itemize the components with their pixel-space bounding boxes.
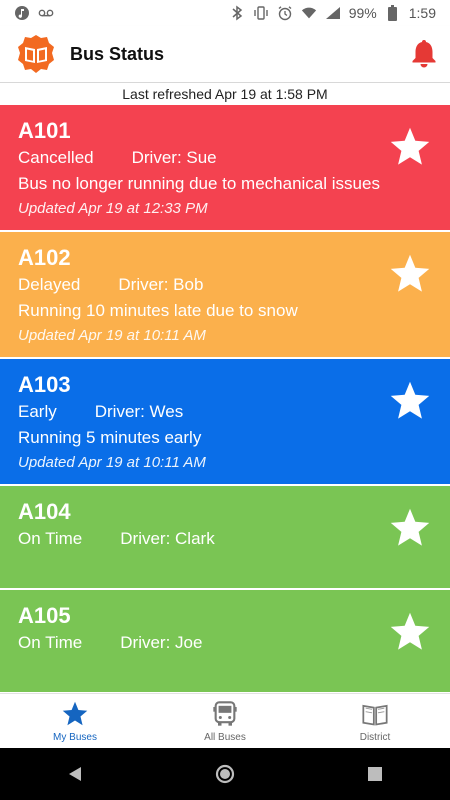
bus-updated: Updated Apr 19 at 12:33 PM xyxy=(18,200,208,217)
bus-driver: Driver: Joe xyxy=(120,633,203,652)
bus-message: Bus no longer running due to mechanical … xyxy=(18,174,380,193)
bus-card-a104[interactable]: A104 On Time Driver: Clark xyxy=(0,486,450,590)
favorite-star-icon[interactable] xyxy=(388,610,432,654)
page-title: Bus Status xyxy=(70,43,165,64)
bus-status-row: Cancelled Driver: Sue xyxy=(18,145,432,171)
notification-bell-icon[interactable] xyxy=(410,38,438,68)
app-header: Bus Status xyxy=(0,26,450,82)
bus-icon xyxy=(213,701,237,726)
bus-driver: Driver: Clark xyxy=(120,529,215,548)
bus-card-a102[interactable]: A102 Delayed Driver: Bob Running 10 minu… xyxy=(0,232,450,359)
bus-status-row: Delayed Driver: Bob xyxy=(18,272,432,298)
bus-status: Early xyxy=(18,402,57,421)
recents-icon[interactable] xyxy=(355,754,395,794)
bus-driver: Driver: Sue xyxy=(131,148,217,167)
battery-icon xyxy=(385,5,401,21)
favorite-star-icon[interactable] xyxy=(388,125,432,169)
nav-label: My Buses xyxy=(53,732,97,743)
bus-route: A104 xyxy=(18,499,71,524)
status-bar: 99% 1:59 xyxy=(0,0,450,26)
bus-status-row: On Time Driver: Joe xyxy=(18,630,432,656)
bus-list: A101 Cancelled Driver: Sue Bus no longer… xyxy=(0,105,450,694)
bus-updated: Updated Apr 19 at 10:11 AM xyxy=(18,327,206,344)
bottom-navigation: My Buses All Buses District xyxy=(0,693,450,749)
music-notification-icon xyxy=(14,5,30,21)
signal-icon xyxy=(325,5,341,21)
favorite-star-icon[interactable] xyxy=(388,506,432,550)
bus-route: A102 xyxy=(18,245,71,270)
book-icon xyxy=(362,704,388,726)
bus-card-a103[interactable]: A103 Early Driver: Wes Running 5 minutes… xyxy=(0,359,450,486)
bus-route: A105 xyxy=(18,603,71,628)
voicemail-icon xyxy=(38,5,54,21)
bus-status: On Time xyxy=(18,633,83,652)
last-refreshed-banner: Last refreshed Apr 19 at 1:58 PM xyxy=(0,82,450,106)
vibrate-icon xyxy=(253,5,269,21)
bus-status-row: Early Driver: Wes xyxy=(18,399,432,425)
bus-driver: Driver: Wes xyxy=(94,402,184,421)
status-bar-left xyxy=(0,5,54,21)
bus-updated: Updated Apr 19 at 10:11 AM xyxy=(18,454,206,471)
star-icon xyxy=(62,701,88,726)
bus-route: A101 xyxy=(18,118,71,143)
status-bar-right: 99% 1:59 xyxy=(229,5,450,21)
home-icon[interactable] xyxy=(205,754,245,794)
back-icon[interactable] xyxy=(55,754,95,794)
favorite-star-icon[interactable] xyxy=(388,252,432,296)
bus-status: Cancelled xyxy=(18,148,94,167)
bus-card-a101[interactable]: A101 Cancelled Driver: Sue Bus no longer… xyxy=(0,105,450,232)
app-logo-icon xyxy=(16,34,56,74)
bus-driver: Driver: Bob xyxy=(118,275,204,294)
bluetooth-icon xyxy=(229,5,245,21)
bus-status: On Time xyxy=(18,529,83,548)
nav-district[interactable]: District xyxy=(300,694,450,749)
system-navigation-bar xyxy=(0,748,450,800)
bus-message: Running 10 minutes late due to snow xyxy=(18,301,298,320)
nav-label: District xyxy=(359,732,391,743)
last-refreshed-text: Last refreshed Apr 19 at 1:58 PM xyxy=(122,86,328,102)
clock-time: 1:59 xyxy=(408,5,436,21)
wifi-icon xyxy=(301,5,317,21)
bus-status: Delayed xyxy=(18,275,81,294)
bus-status-row: On Time Driver: Clark xyxy=(18,526,432,552)
nav-all-buses[interactable]: All Buses xyxy=(150,694,300,749)
battery-percent: 99% xyxy=(348,5,377,21)
alarm-icon xyxy=(277,5,293,21)
favorite-star-icon[interactable] xyxy=(388,379,432,423)
bus-card-a105[interactable]: A105 On Time Driver: Joe xyxy=(0,590,450,694)
nav-label: All Buses xyxy=(204,732,246,743)
bus-route: A103 xyxy=(18,372,71,397)
nav-my-buses[interactable]: My Buses xyxy=(0,694,150,749)
bus-message: Running 5 minutes early xyxy=(18,428,202,447)
